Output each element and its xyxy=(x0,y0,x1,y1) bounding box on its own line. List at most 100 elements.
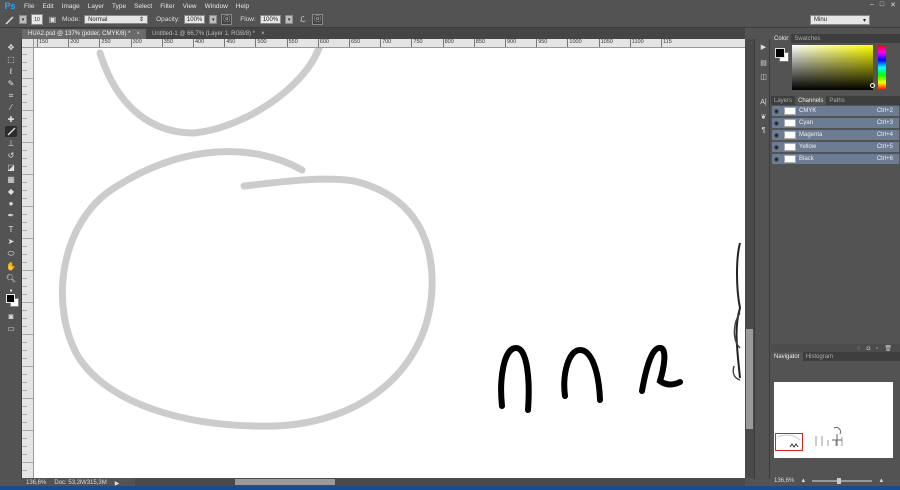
paragraph-panel-icon[interactable]: ¶ xyxy=(758,125,769,136)
dodge-tool-icon[interactable]: ● xyxy=(5,198,17,209)
gradient-tool-icon[interactable]: ▦ xyxy=(5,174,17,185)
load-selection-icon[interactable]: ◌ xyxy=(857,346,861,352)
menu-image[interactable]: Image xyxy=(58,3,84,10)
character-panel-icon[interactable]: A| xyxy=(758,97,769,108)
foreground-color-swatch[interactable] xyxy=(775,48,785,58)
close-icon[interactable]: × xyxy=(261,31,265,37)
menu-view[interactable]: View xyxy=(179,3,201,10)
eraser-tool-icon[interactable]: ◪ xyxy=(5,162,17,173)
workspace-switcher[interactable]: Minu ▾ xyxy=(810,15,870,25)
flow-dropdown[interactable]: ▾ xyxy=(285,15,294,24)
airbrush-icon[interactable]: ℒ xyxy=(297,14,308,25)
channel-row-cyan[interactable]: ◉ Cyan Ctrl+3 xyxy=(772,118,899,129)
tab-layers[interactable]: Layers xyxy=(771,96,795,105)
menu-layer[interactable]: Layer xyxy=(84,3,108,10)
tab-color[interactable]: Color xyxy=(771,34,792,43)
delete-channel-icon[interactable]: 🗑︎ xyxy=(884,345,892,352)
tab-paths[interactable]: Paths xyxy=(826,96,847,105)
zoom-slider[interactable] xyxy=(812,478,873,484)
close-button[interactable]: ✕ xyxy=(890,1,896,9)
eye-icon[interactable]: ◉ xyxy=(772,156,781,163)
new-channel-icon[interactable]: ▫ xyxy=(876,346,878,352)
menu-edit[interactable]: Edit xyxy=(38,3,57,10)
scrollbar-thumb[interactable] xyxy=(746,329,753,429)
collapse-icon[interactable]: ▶ xyxy=(758,41,769,52)
menu-file[interactable]: File xyxy=(20,3,38,10)
eye-icon[interactable]: ◉ xyxy=(772,132,781,139)
blur-tool-icon[interactable]: ◆ xyxy=(5,186,17,197)
history-brush-tool-icon[interactable]: ↺ xyxy=(5,150,17,161)
mode-select[interactable]: Normal ⇕ xyxy=(84,15,149,24)
path-selection-tool-icon[interactable]: ➤ xyxy=(5,236,17,247)
pen-tool-icon[interactable]: ✒ xyxy=(5,210,17,221)
crop-tool-icon[interactable]: ⌗ xyxy=(5,90,17,101)
tab-channels[interactable]: Channels xyxy=(795,96,827,105)
document-canvas[interactable] xyxy=(34,48,745,478)
opacity-dropdown[interactable]: ▾ xyxy=(209,15,218,24)
opacity-input[interactable]: 100% xyxy=(183,15,206,24)
scrollbar-thumb[interactable] xyxy=(235,479,335,485)
channel-row-black[interactable]: ◉ Black Ctrl+6 xyxy=(772,154,899,165)
foreground-color-swatch[interactable] xyxy=(6,294,15,303)
menu-help[interactable]: Help xyxy=(232,3,253,10)
brush-preset-icon[interactable] xyxy=(4,14,15,25)
minimize-button[interactable]: – xyxy=(870,1,874,9)
history-panel-icon[interactable]: ▤ xyxy=(758,57,769,68)
eyedropper-tool-icon[interactable]: ⁄ xyxy=(5,102,17,113)
hand-tool-icon[interactable]: ✋ xyxy=(5,261,17,272)
channel-row-magenta[interactable]: ◉ Magenta Ctrl+4 xyxy=(772,130,899,141)
horizontal-scrollbar[interactable] xyxy=(135,478,745,486)
zoom-in-icon[interactable]: ▲ xyxy=(878,478,884,484)
close-icon[interactable]: × xyxy=(136,31,140,37)
hue-slider[interactable] xyxy=(878,45,886,90)
screen-mode-icon[interactable]: ▭ xyxy=(5,323,17,334)
menu-window[interactable]: Window xyxy=(201,3,232,10)
tab-hua2[interactable]: HUA2.psd @ 137% (pdder, CMYK/8) * × xyxy=(22,29,146,39)
color-cursor[interactable] xyxy=(870,83,875,88)
zoom-out-icon[interactable]: ▲ xyxy=(800,478,806,484)
properties-panel-icon[interactable]: ◫ xyxy=(758,71,769,82)
navigator-view-box[interactable] xyxy=(775,433,803,451)
quick-mask-icon[interactable]: ◙ xyxy=(5,311,17,322)
channel-row-cmyk[interactable]: ◉ CMYK Ctrl+2 xyxy=(772,106,899,117)
vertical-scrollbar[interactable] xyxy=(745,39,754,478)
eye-icon[interactable]: ◉ xyxy=(772,144,781,151)
brush-panel-icon[interactable]: ▣ xyxy=(47,14,58,25)
flow-input[interactable]: 100% xyxy=(259,15,282,24)
zoom-slider-knob[interactable] xyxy=(837,478,842,484)
pressure-opacity-icon[interactable]: ⓞ xyxy=(221,14,233,25)
lasso-tool-icon[interactable]: ℓ xyxy=(5,66,17,77)
ruler-origin[interactable] xyxy=(22,39,34,48)
tab-navigator[interactable]: Navigator xyxy=(771,352,803,361)
pressure-size-icon[interactable]: ⓞ xyxy=(312,14,324,25)
move-tool-icon[interactable]: ✥ xyxy=(5,42,17,53)
menu-type[interactable]: Type xyxy=(108,3,130,10)
type-tool-icon[interactable]: T xyxy=(5,224,17,235)
clone-stamp-tool-icon[interactable]: ⊥ xyxy=(5,138,17,149)
brush-panel-icon[interactable]: ❦ xyxy=(758,111,769,122)
ruler-label: 115 xyxy=(663,39,672,45)
menu-select[interactable]: Select xyxy=(130,3,156,10)
brush-tool-icon[interactable] xyxy=(5,126,17,137)
maximize-button[interactable]: □ xyxy=(880,1,884,9)
ruler-tick xyxy=(22,310,27,311)
eye-icon[interactable]: ◉ xyxy=(772,108,781,115)
navigator-zoom-value[interactable]: 136,6% xyxy=(774,478,794,484)
channel-row-yellow[interactable]: ◉ Yellow Ctrl+5 xyxy=(772,142,899,153)
tab-histogram[interactable]: Histogram xyxy=(803,352,836,361)
marquee-tool-icon[interactable]: ⬚ xyxy=(5,54,17,65)
eye-icon[interactable]: ◉ xyxy=(772,120,781,127)
navigator-preview[interactable] xyxy=(774,382,893,458)
brush-preset-dropdown[interactable]: ▾ xyxy=(19,15,27,24)
save-selection-icon[interactable]: ◘ xyxy=(867,346,871,352)
brush-size-picker[interactable]: 10 xyxy=(31,14,43,25)
tab-untitled-1[interactable]: Untitled-1 @ 66,7% (Layer 1, RGB/8) * × xyxy=(146,29,271,39)
menu-filter[interactable]: Filter xyxy=(156,3,178,10)
zoom-tool-icon[interactable]: 🔍︎ xyxy=(5,273,17,284)
drawing-stroke xyxy=(815,436,843,446)
healing-brush-tool-icon[interactable]: ✚ xyxy=(5,114,17,125)
shape-tool-icon[interactable]: ⬭ xyxy=(5,248,17,259)
tab-swatches[interactable]: Swatches xyxy=(791,34,823,43)
quick-select-tool-icon[interactable]: ✎ xyxy=(5,78,17,89)
color-field[interactable] xyxy=(792,45,875,90)
